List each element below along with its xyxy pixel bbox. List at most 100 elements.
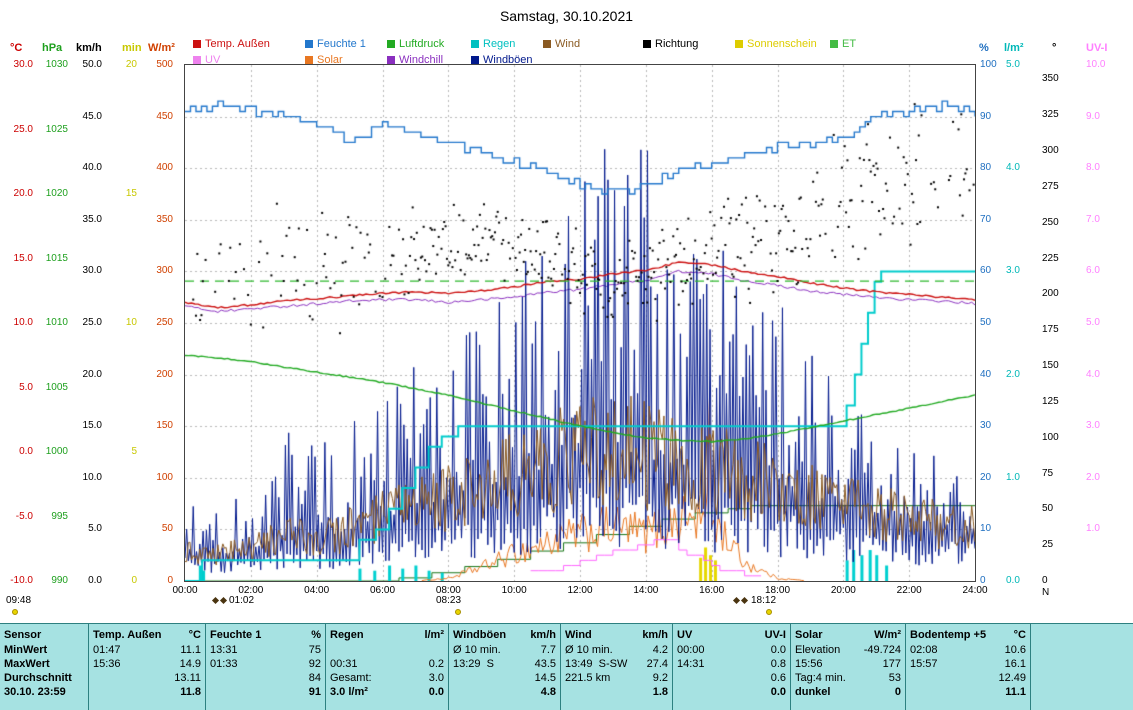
legend-item: Windböen [471, 54, 543, 66]
y-axis-tick: 400 [133, 163, 173, 173]
stats-cell: Gesamt:3.0 [330, 671, 444, 685]
y-axis-tick: 30 [980, 421, 1020, 431]
x-axis-label: 10:00 [492, 586, 536, 596]
y-axis-tick: 100 [1042, 433, 1082, 443]
legend-color-swatch [471, 40, 479, 48]
axis-unit-label: l/m² [1004, 42, 1024, 54]
sun-marker-icon [455, 609, 461, 615]
legend-color-swatch [543, 40, 551, 48]
stats-column: SolarW/m²Elevation-49.72415:56177Tag:4 m… [790, 624, 905, 710]
stats-cell-value: 10.6 [1005, 643, 1026, 657]
stats-column-unit: km/h [530, 627, 556, 643]
y-axis-tick: 25.0 [62, 318, 102, 328]
stats-column-header: Regenl/m² [330, 627, 444, 643]
y-axis-tick: 5 [97, 447, 137, 457]
y-axis-tick: 200 [133, 370, 173, 380]
stats-cell-label: Ø 10 min. [453, 643, 501, 657]
stats-cell-value: 43.5 [535, 657, 556, 671]
plot-frame [184, 64, 976, 582]
stats-cell-value: 0.0 [429, 685, 444, 699]
y-axis-tick: 75 [1042, 469, 1082, 479]
stats-row-label: MinWert [4, 643, 84, 657]
stats-cell: 11.8 [93, 685, 201, 699]
stats-cell-value: -49.724 [864, 643, 901, 657]
x-axis-label: 14:00 [624, 586, 668, 596]
stats-cell: 01:3392 [210, 657, 321, 671]
stats-column: Temp. Außen°C01:4711.115:3614.913.1111.8 [88, 624, 205, 710]
stats-cell: 12.49 [910, 671, 1026, 685]
stats-cell-label: 15:36 [93, 657, 121, 671]
stats-column: Regenl/m²00:310.2Gesamt:3.03.0 l/m²0.0 [325, 624, 448, 710]
y-axis-tick: 1025 [28, 125, 68, 135]
stats-cell-value: 16.1 [1005, 657, 1026, 671]
legend-color-swatch [193, 40, 201, 48]
moon-marker-icon [733, 597, 740, 604]
stats-cell-value: 3.0 [429, 671, 444, 685]
y-axis-tick: 250 [133, 318, 173, 328]
stats-cell-value: 177 [883, 657, 901, 671]
y-axis-tick: 1.0 [1006, 473, 1046, 483]
legend-item: Temp. Außen [193, 38, 305, 50]
y-axis-tick: 500 [133, 60, 173, 70]
y-axis-tick: 50 [1042, 504, 1082, 514]
y-axis-tick: 10 [97, 318, 137, 328]
stats-cell: 3.0 l/m²0.0 [330, 685, 444, 699]
stats-column-unit: l/m² [424, 627, 444, 643]
y-axis-tick: 1000 [28, 447, 68, 457]
legend-label: Windböen [483, 54, 533, 66]
stats-column-unit: °C [1014, 627, 1026, 643]
stats-cell-label: 13:49 S-SW [565, 657, 627, 671]
stats-column-name: UV [677, 627, 692, 643]
stats-cell: 91 [210, 685, 321, 699]
y-axis-tick: 0.0 [1006, 576, 1046, 586]
stats-cell-label: Elevation [795, 643, 840, 657]
stats-column-unit: °C [189, 627, 201, 643]
y-axis-tick: 0 [133, 576, 173, 586]
stats-cell: 00:310.2 [330, 657, 444, 671]
stats-cell-label: 15:56 [795, 657, 823, 671]
x-axis-label: 04:00 [295, 586, 339, 596]
y-axis-tick: 15.0 [62, 421, 102, 431]
y-axis-tick: 50 [980, 318, 1020, 328]
stats-cell-label: 15:57 [910, 657, 938, 671]
moon-marker-icon [741, 597, 748, 604]
moon-marker-icon [212, 597, 219, 604]
y-axis-tick: 350 [133, 215, 173, 225]
y-axis-tick: 225 [1042, 254, 1082, 264]
stats-cell-label: 221.5 km [565, 671, 610, 685]
sun-moon-time-label: 18:12 [751, 596, 776, 606]
x-axis-label: 00:00 [163, 586, 207, 596]
stats-cell-label: Tag:4 min. [795, 671, 846, 685]
y-axis-tick: 450 [133, 112, 173, 122]
stats-cell: Tag:4 min.53 [795, 671, 901, 685]
legend-item: UV [193, 54, 305, 66]
stats-cell: 221.5 km9.2 [565, 671, 668, 685]
legend-color-swatch [387, 40, 395, 48]
stats-cell-value: 14.5 [535, 671, 556, 685]
stats-cell-value: 91 [309, 685, 321, 699]
sun-moon-time-label: 01:02 [229, 596, 254, 606]
stats-cell-value: 0.8 [771, 657, 786, 671]
stats-column-unit: UV-I [765, 627, 786, 643]
sun-marker-icon [766, 609, 772, 615]
y-axis-tick: 275 [1042, 182, 1082, 192]
stats-cell: 15:57 16.1 [910, 657, 1026, 671]
y-axis-tick: 5.0 [62, 524, 102, 534]
stats-cell-label: 13:29 S [453, 657, 494, 671]
legend-item: Sonnenschein [735, 38, 830, 50]
legend-label: Luftdruck [399, 38, 444, 50]
axis-unit-label: hPa [42, 42, 62, 54]
legend-item: Luftdruck [387, 38, 471, 50]
y-axis-tick: 50 [133, 524, 173, 534]
stats-column-name: Bodentemp +5 [910, 627, 986, 643]
y-axis-tick: 10.0 [62, 473, 102, 483]
legend-color-swatch [305, 56, 313, 64]
legend-label: Feuchte 1 [317, 38, 366, 50]
legend-item: Wind [543, 38, 643, 50]
y-axis-tick: 20 [97, 60, 137, 70]
y-axis-tick: 300 [1042, 146, 1082, 156]
stats-cell-value: 0.0 [771, 643, 786, 657]
y-axis-tick: 90 [980, 112, 1020, 122]
stats-cell-label: 01:33 [210, 657, 238, 671]
stats-cell: 02:0810.6 [910, 643, 1026, 657]
